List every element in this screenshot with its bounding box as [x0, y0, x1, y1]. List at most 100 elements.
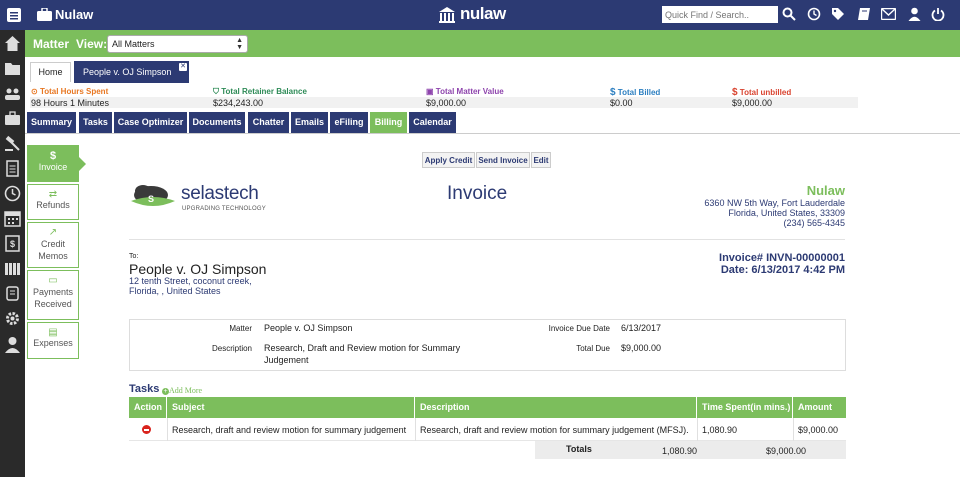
- book-icon[interactable]: [857, 7, 871, 23]
- company-logo-name: selastech: [181, 183, 259, 204]
- clock-icon[interactable]: [807, 7, 821, 23]
- tab-efiling[interactable]: eFiling: [330, 112, 369, 133]
- time-icon[interactable]: [4, 185, 21, 202]
- scroll-icon[interactable]: [4, 285, 21, 302]
- row-description: Research, draft and review motion for su…: [420, 425, 689, 435]
- search-icon[interactable]: [782, 7, 796, 23]
- stat-retainer-value: $234,243.00: [213, 98, 264, 108]
- stat-retainer-label: ⛉ Total Retainer Balance: [213, 87, 307, 96]
- cloud-logo-icon: S: [131, 185, 175, 206]
- stat-unbilled-label: $ Total unbilled: [732, 87, 792, 98]
- description-label: Description: [211, 344, 252, 353]
- logo-icon: [438, 6, 456, 24]
- totals-label: Totals: [566, 444, 592, 454]
- company-logo-tagline: UPGRADING TECHNOLOGY: [182, 206, 266, 212]
- col-subject: Subject: [167, 397, 415, 418]
- invoice-title: Invoice: [447, 183, 508, 204]
- view-select[interactable]: All Matters ▲ ▼: [107, 35, 248, 53]
- money-icon: ▣: [426, 87, 434, 96]
- settings-icon[interactable]: [4, 310, 21, 327]
- stat-matter-value-value: $9,000.00: [426, 98, 467, 108]
- to-label: To:: [129, 253, 139, 260]
- stat-unbilled-value: $9,000.00: [732, 98, 773, 108]
- menu-refunds[interactable]: ⇄ Refunds: [27, 184, 79, 220]
- invoice-number: Invoice# INVN-00000001: [719, 252, 845, 264]
- tasks-heading: Tasks: [129, 383, 160, 395]
- send-invoice-button[interactable]: Send Invoice: [476, 152, 530, 168]
- library-icon[interactable]: [4, 260, 21, 277]
- tab-billing[interactable]: Billing: [370, 112, 408, 133]
- total-due-value: $9,000.00: [621, 343, 662, 353]
- tags-icon[interactable]: [831, 7, 846, 23]
- firm-phone: (234) 565-4345: [783, 218, 845, 228]
- tab-tasks[interactable]: Tasks: [79, 112, 113, 133]
- top-navbar: Nulaw nulaw: [0, 0, 960, 30]
- power-icon[interactable]: [931, 7, 945, 23]
- col-amount: Amount: [793, 397, 846, 418]
- app-name: Nulaw: [55, 7, 94, 22]
- quick-find-input[interactable]: [662, 6, 778, 23]
- col-description: Description: [415, 397, 697, 418]
- menu-invoice[interactable]: $ Invoice: [27, 145, 79, 182]
- apply-credit-button[interactable]: Apply Credit: [422, 152, 475, 168]
- logo-text: nulaw: [460, 4, 506, 23]
- tab-summary[interactable]: Summary: [27, 112, 77, 133]
- refund-icon: ⇄: [48, 189, 58, 200]
- col-time-spent: Time Spent(in mins.): [697, 397, 793, 418]
- tab-home[interactable]: Home: [30, 62, 71, 82]
- description-value-1: Research, Draft and Review motion for Su…: [264, 343, 461, 353]
- user-icon[interactable]: [908, 7, 921, 23]
- select-arrows-icon: ▲ ▼: [236, 37, 243, 51]
- row-time: 1,080.90: [702, 425, 738, 435]
- dollar-icon: $: [610, 87, 616, 98]
- home-icon[interactable]: [4, 35, 21, 52]
- company-logo: S: [129, 181, 177, 215]
- totals-time: 1,080.90: [662, 446, 698, 456]
- app-briefcase-icon: [37, 7, 52, 21]
- document-icon[interactable]: [4, 160, 21, 177]
- plus-icon: +: [162, 388, 169, 395]
- briefcase-icon[interactable]: [4, 110, 21, 127]
- tab-emails[interactable]: Emails: [291, 112, 329, 133]
- left-icon-sidebar: $: [0, 30, 25, 477]
- matter-detail-label: Matter: [229, 324, 252, 333]
- tab-matter[interactable]: People v. OJ Simpson ✕: [74, 61, 189, 83]
- tab-documents[interactable]: Documents: [189, 112, 246, 133]
- firm-address-1: 6360 NW 5th Way, Fort Lauderdale: [704, 198, 845, 208]
- payments-icon: ▭: [48, 275, 58, 286]
- gavel-icon[interactable]: [4, 135, 21, 152]
- credit-memo-icon: ↗: [48, 227, 58, 238]
- people-icon[interactable]: [4, 85, 21, 102]
- stat-billed-label: $ Total Billed: [610, 87, 661, 98]
- folder-icon[interactable]: [4, 60, 21, 77]
- add-more-link[interactable]: +Add More: [162, 386, 202, 395]
- stat-hours-value: 98 Hours 1 Minutes: [31, 98, 110, 108]
- total-due-label: Total Due: [576, 344, 610, 353]
- user-admin-icon[interactable]: [4, 336, 21, 353]
- matter-detail-value: People v. OJ Simpson: [264, 323, 353, 333]
- delete-row-icon[interactable]: [142, 425, 151, 434]
- billing-icon[interactable]: $: [4, 235, 21, 252]
- calendar-icon[interactable]: [4, 210, 21, 227]
- col-action: Action: [129, 397, 167, 418]
- tab-calendar[interactable]: Calendar: [409, 112, 457, 133]
- tab-chatter[interactable]: Chatter: [248, 112, 290, 133]
- due-date-label: Invoice Due Date: [548, 324, 610, 333]
- menu-expenses-label: Expenses: [33, 338, 73, 348]
- stat-matter-value-label: ▣ Total Matter Value: [426, 87, 504, 96]
- menu-payments-received[interactable]: ▭ Payments Received: [27, 270, 79, 320]
- menu-icon[interactable]: [7, 8, 21, 22]
- close-icon[interactable]: ✕: [179, 63, 187, 71]
- menu-credit-memos[interactable]: ↗ Credit Memos: [27, 222, 79, 268]
- to-address-1: 12 tenth Street, coconut creek,: [129, 276, 252, 286]
- mail-icon[interactable]: [880, 7, 897, 22]
- edit-button[interactable]: Edit: [531, 152, 551, 168]
- description-value-2: Judgement: [264, 355, 309, 365]
- svg-text:S: S: [148, 194, 154, 204]
- view-select-value: All Matters: [112, 39, 155, 49]
- tab-case-optimizer[interactable]: Case Optimizer: [114, 112, 188, 133]
- tab-matter-label: People v. OJ Simpson: [83, 67, 172, 77]
- divider: [129, 239, 845, 240]
- menu-expenses[interactable]: ▤ Expenses: [27, 322, 79, 359]
- firm-address-2: Florida, United States, 33309: [728, 208, 845, 218]
